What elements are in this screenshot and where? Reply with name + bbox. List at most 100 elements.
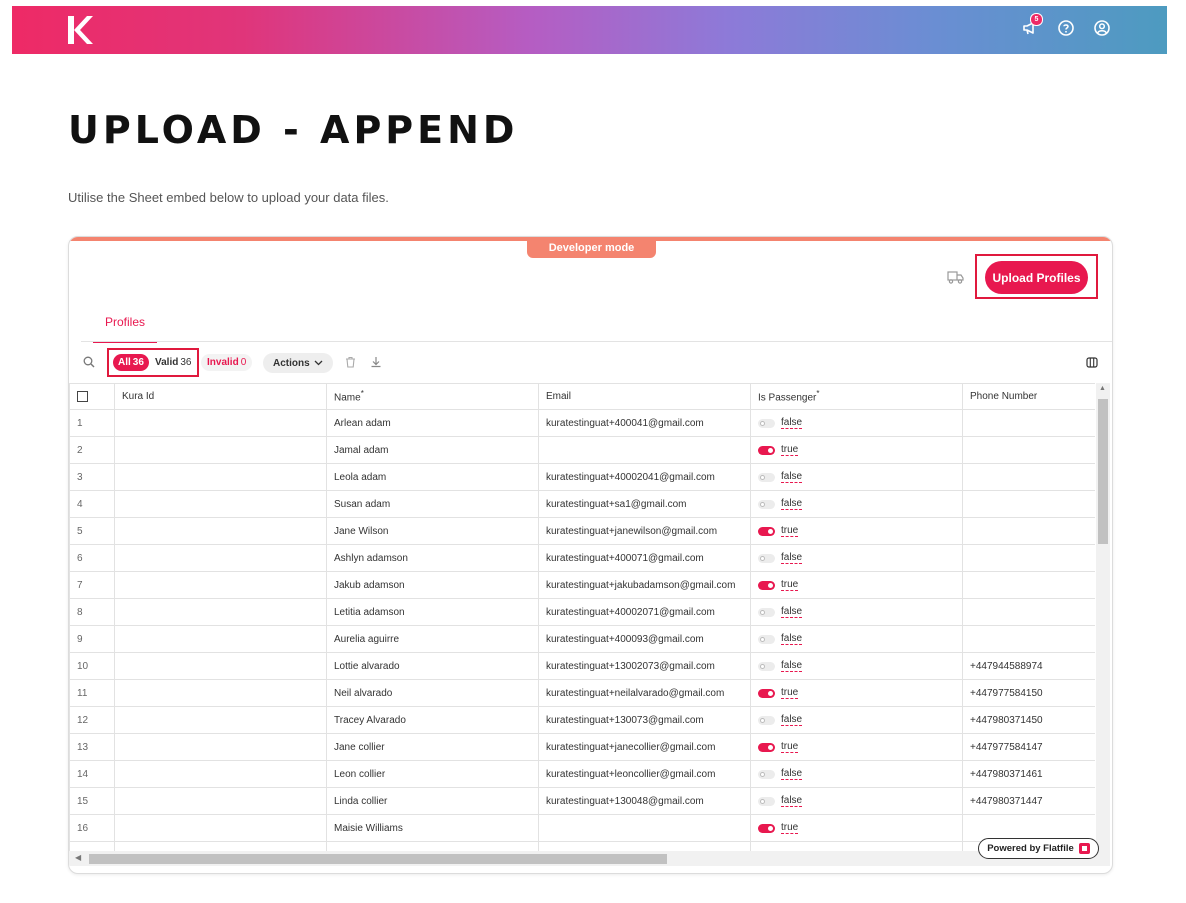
phone-number-cell[interactable] [962,517,1095,545]
table-row[interactable]: 17 [69,841,1095,851]
scroll-up-icon[interactable]: ▲ [1099,385,1106,392]
phone-number-cell[interactable]: +447980371450 [962,706,1095,734]
kura-id-cell[interactable] [114,706,327,734]
row-number-cell[interactable]: 6 [69,544,115,572]
name-cell[interactable] [326,841,539,851]
phone-number-cell[interactable] [962,490,1095,518]
column-header-email[interactable]: Email [538,383,751,410]
phone-number-cell[interactable] [962,571,1095,599]
passenger-toggle[interactable] [758,742,775,752]
name-cell[interactable]: Ashlyn adamson [326,544,539,572]
powered-by-badge[interactable]: Powered by Flatfile [978,838,1099,859]
email-cell[interactable]: kuratestinguat+13002073@gmail.com [538,652,751,680]
row-number-cell[interactable]: 10 [69,652,115,680]
name-cell[interactable]: Arlean adam [326,409,539,437]
name-cell[interactable]: Jane Wilson [326,517,539,545]
horizontal-scroll-thumb[interactable] [89,854,667,864]
passenger-toggle[interactable] [758,823,775,833]
vertical-scrollbar[interactable]: ▲ [1096,383,1110,851]
table-row[interactable]: 11 Neil alvarado kuratestinguat+neilalvara… [69,679,1095,707]
column-header-is-passenger[interactable]: Is Passenger* [750,383,963,410]
kura-id-cell[interactable] [114,463,327,491]
email-cell[interactable]: kuratestinguat+400041@gmail.com [538,409,751,437]
kura-id-cell[interactable] [114,625,327,653]
table-row[interactable]: 3 Leola adam kuratestinguat+40002041@gmail… [69,463,1095,491]
scroll-left-icon[interactable]: ◀ [75,853,81,862]
email-cell[interactable] [538,436,751,464]
is-passenger-cell[interactable]: true [750,517,963,545]
passenger-toggle[interactable] [758,688,775,698]
is-passenger-cell[interactable] [750,841,963,851]
kura-id-cell[interactable] [114,841,327,851]
kura-id-cell[interactable] [114,760,327,788]
name-cell[interactable]: Maisie Williams [326,814,539,842]
horizontal-scrollbar[interactable]: ◀ [69,851,1110,866]
passenger-toggle[interactable] [758,715,775,725]
email-cell[interactable]: kuratestinguat+sa1@gmail.com [538,490,751,518]
passenger-toggle[interactable] [758,769,775,779]
is-passenger-cell[interactable]: false [750,409,963,437]
is-passenger-cell[interactable]: false [750,544,963,572]
kura-id-cell[interactable] [114,490,327,518]
is-passenger-cell[interactable]: false [750,598,963,626]
row-number-cell[interactable]: 9 [69,625,115,653]
table-row[interactable]: 5 Jane Wilson kuratestinguat+janewilson@gm… [69,517,1095,545]
is-passenger-cell[interactable]: false [750,490,963,518]
profile-button[interactable] [1091,17,1113,39]
table-row[interactable]: 16 Maisie Williams true [69,814,1095,842]
name-cell[interactable]: Neil alvarado [326,679,539,707]
row-number-cell[interactable]: 5 [69,517,115,545]
row-number-cell[interactable]: 17 [69,841,115,851]
row-number-cell[interactable]: 7 [69,571,115,599]
row-number-cell[interactable]: 16 [69,814,115,842]
table-row[interactable]: 2 Jamal adam true [69,436,1095,464]
email-cell[interactable]: kuratestinguat+janewilson@gmail.com [538,517,751,545]
is-passenger-cell[interactable]: true [750,814,963,842]
table-row[interactable]: 6 Ashlyn adamson kuratestinguat+400071@gma… [69,544,1095,572]
is-passenger-cell[interactable]: true [750,733,963,761]
email-cell[interactable]: kuratestinguat+130048@gmail.com [538,787,751,815]
row-number-cell[interactable]: 8 [69,598,115,626]
search-icon[interactable] [83,356,95,368]
row-number-cell[interactable]: 12 [69,706,115,734]
tab-profiles[interactable]: Profiles [93,309,158,343]
email-cell[interactable]: kuratestinguat+130073@gmail.com [538,706,751,734]
table-row[interactable]: 1 Arlean adam kuratestinguat+400041@gmail.… [69,409,1095,437]
email-cell[interactable]: kuratestinguat+40002071@gmail.com [538,598,751,626]
table-row[interactable]: 13 Jane collier kuratestinguat+janecollier… [69,733,1095,761]
table-row[interactable]: 15 Linda collier kuratestinguat+130048@gma… [69,787,1095,815]
columns-icon[interactable] [1086,357,1098,368]
is-passenger-cell[interactable]: false [750,625,963,653]
column-header-name[interactable]: Name* [326,383,539,410]
trash-icon[interactable] [345,356,356,368]
phone-number-cell[interactable]: +447944588974 [962,652,1095,680]
table-row[interactable]: 4 Susan adam kuratestinguat+sa1@gmail.com f… [69,490,1095,518]
email-cell[interactable]: kuratestinguat+neilalvarado@gmail.com [538,679,751,707]
phone-number-cell[interactable] [962,625,1095,653]
is-passenger-cell[interactable]: true [750,436,963,464]
is-passenger-cell[interactable]: false [750,652,963,680]
email-cell[interactable]: kuratestinguat+jakubadamson@gmail.com [538,571,751,599]
column-header-phone-number[interactable]: Phone Number [962,383,1095,410]
name-cell[interactable]: Jakub adamson [326,571,539,599]
filter-all[interactable]: All 36 [113,354,149,371]
select-all-cell[interactable] [69,383,115,410]
name-cell[interactable]: Leola adam [326,463,539,491]
name-cell[interactable]: Letitia adamson [326,598,539,626]
passenger-toggle[interactable] [758,661,775,671]
table-row[interactable]: 8 Letitia adamson kuratestinguat+40002071@… [69,598,1095,626]
select-all-checkbox[interactable] [77,391,88,402]
phone-number-cell[interactable]: +447980371447 [962,787,1095,815]
passenger-toggle[interactable] [758,796,775,806]
kura-id-cell[interactable] [114,436,327,464]
filter-valid[interactable]: Valid 36 [155,354,191,371]
is-passenger-cell[interactable]: false [750,706,963,734]
passenger-toggle[interactable] [758,553,775,563]
name-cell[interactable]: Aurelia aguirre [326,625,539,653]
brand-logo[interactable] [67,15,93,45]
table-row[interactable]: 7 Jakub adamson kuratestinguat+jakubadamso… [69,571,1095,599]
email-cell[interactable]: kuratestinguat+leoncollier@gmail.com [538,760,751,788]
vertical-scroll-thumb[interactable] [1098,399,1108,544]
download-icon[interactable] [370,356,382,368]
phone-number-cell[interactable] [962,598,1095,626]
